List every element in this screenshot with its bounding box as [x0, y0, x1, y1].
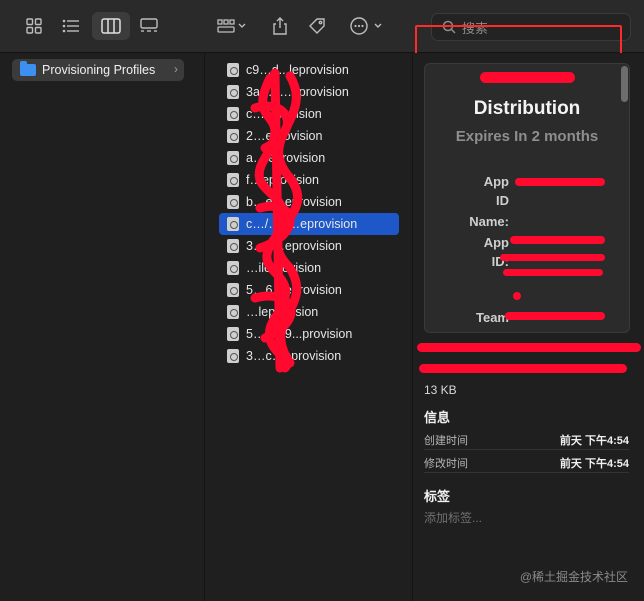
group-icon [217, 19, 246, 33]
redaction-bar [417, 343, 641, 352]
redaction-bar [515, 178, 605, 186]
group-by-button[interactable] [212, 12, 252, 40]
tag-button[interactable] [303, 12, 331, 40]
search-field[interactable]: 搜索 [431, 13, 631, 41]
folder-label: Provisioning Profiles [42, 63, 156, 77]
list-icon [62, 19, 79, 33]
column-view-button[interactable] [92, 12, 130, 40]
app-id-name-label-2: ID [496, 193, 509, 208]
icon-view-button[interactable] [20, 12, 48, 40]
ellipsis-circle-icon [350, 17, 382, 35]
toolbar: 搜索 [0, 0, 644, 53]
redaction-bar [480, 72, 575, 83]
created-row: 创建时间 前天 下午4:54 [424, 432, 629, 448]
modified-row: 修改时间 前天 下午4:54 [424, 455, 629, 471]
created-label: 创建时间 [424, 435, 468, 447]
redaction-scribble [250, 68, 303, 373]
created-value: 前天 下午4:54 [559, 435, 629, 447]
search-placeholder: 搜索 [462, 20, 489, 36]
sidebar-column: Provisioning Profiles › [0, 53, 205, 601]
redaction-bar [419, 364, 627, 373]
redaction-bar [513, 292, 521, 300]
redaction-bar [503, 269, 603, 276]
profile-type-title: Distribution [473, 98, 581, 119]
tags-heading: 标签 [424, 489, 451, 504]
chevron-right-icon: › [174, 62, 178, 76]
folder-icon [20, 61, 36, 76]
profile-preview-card: Distribution Expires In 2 months App ID … [424, 63, 630, 333]
file-size: 13 KB [424, 383, 457, 397]
list-view-button[interactable] [57, 12, 85, 40]
redaction-bar [500, 254, 605, 261]
app-id-name-label-1: App [483, 174, 509, 189]
divider [424, 472, 629, 473]
scrollbar[interactable] [621, 66, 628, 102]
share-button[interactable] [266, 12, 294, 40]
info-heading: 信息 [424, 410, 451, 425]
search-icon [442, 20, 456, 34]
folder-provisioning-profiles[interactable]: Provisioning Profiles › [12, 59, 184, 81]
redaction-bar [505, 312, 605, 320]
expiry-subtitle: Expires In 2 months [455, 128, 599, 145]
app-id-label-1: App [483, 235, 509, 250]
gallery-icon [140, 18, 158, 32]
grid-icon [26, 18, 42, 34]
watermark: @稀土掘金技术社区 [519, 570, 628, 584]
modified-value: 前天 下午4:54 [559, 458, 629, 470]
team-label: Team [476, 310, 509, 325]
share-icon [273, 17, 287, 35]
add-tags-field[interactable]: 添加标签... [424, 509, 482, 526]
modified-label: 修改时间 [424, 458, 468, 470]
columns-icon [101, 18, 121, 34]
app-id-name-label-3: Name: [469, 214, 509, 229]
tag-icon [309, 18, 325, 34]
more-actions-button[interactable] [346, 12, 386, 40]
gallery-view-button[interactable] [134, 12, 164, 40]
redaction-bar [510, 236, 605, 244]
preview-pane: Distribution Expires In 2 months App ID … [413, 53, 644, 601]
divider [424, 449, 629, 450]
file-list-column: c9…d...leprovision 3a…6…eprovision c…eprov… [205, 53, 413, 601]
